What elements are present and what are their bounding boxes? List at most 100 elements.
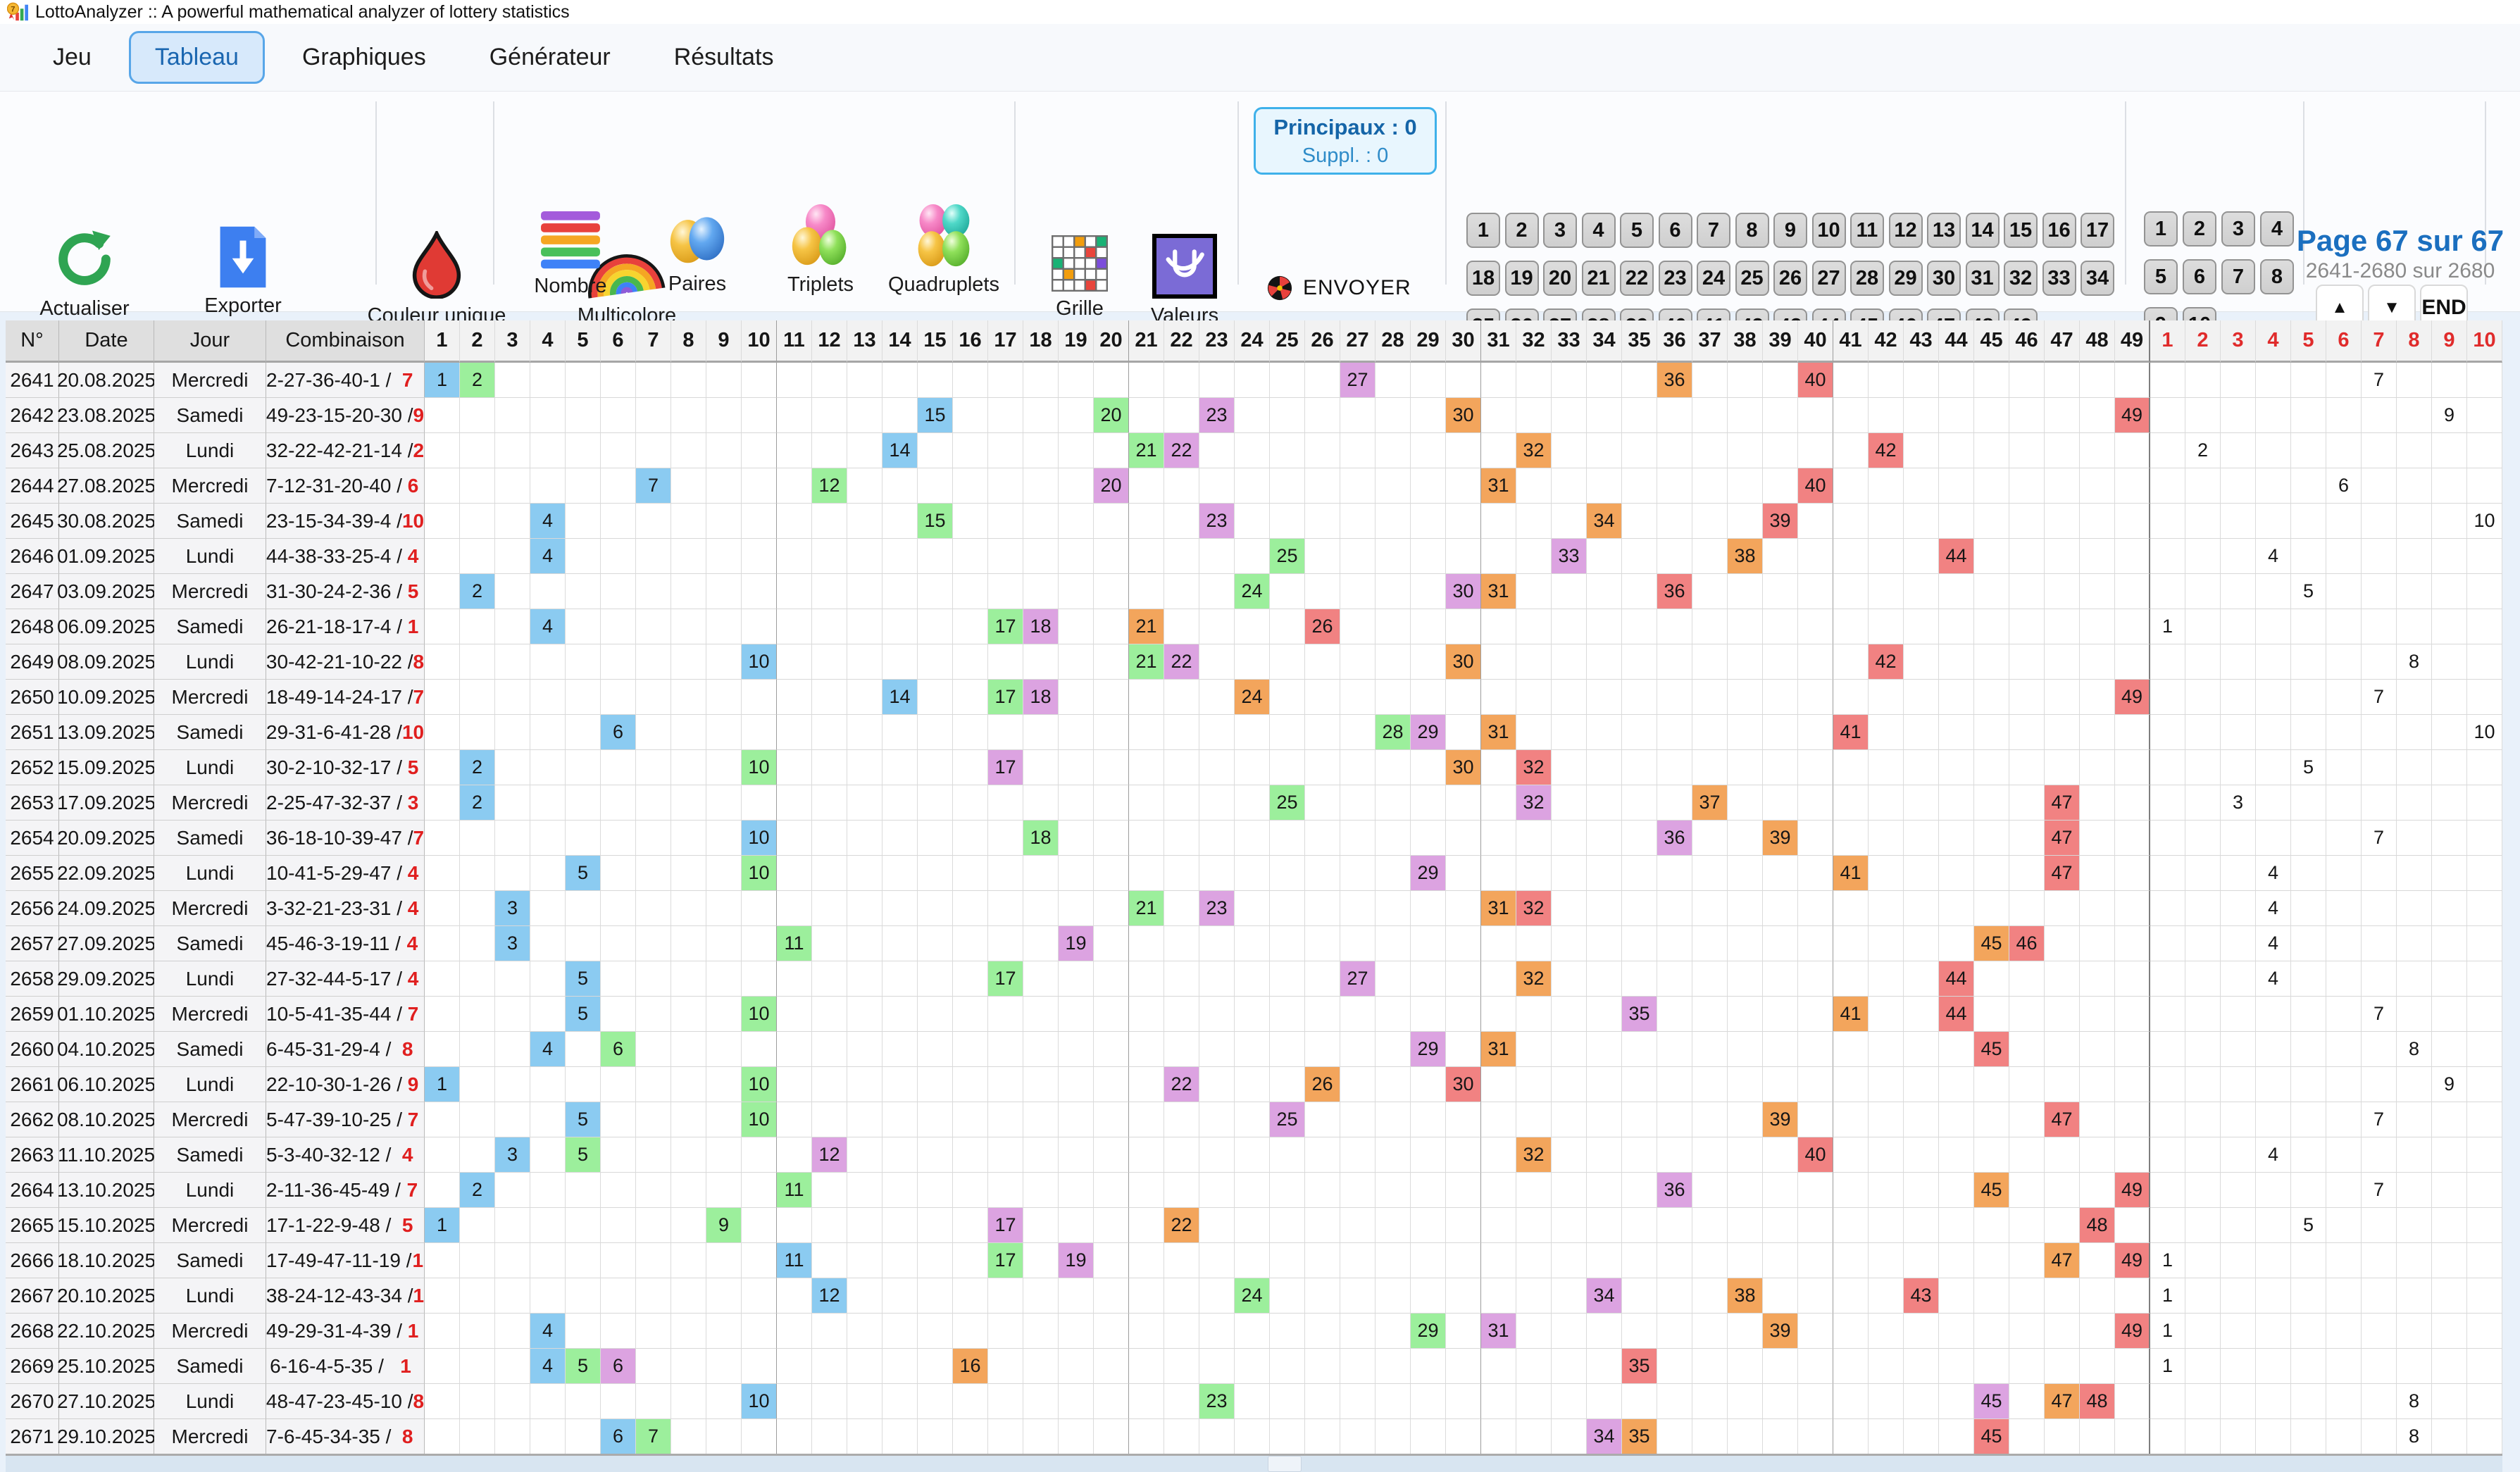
number-cell: [1692, 609, 1728, 644]
number-cell: [1164, 821, 1199, 856]
principaux-number-button[interactable]: 30: [1927, 261, 1961, 296]
principaux-number-button[interactable]: 31: [1966, 261, 2000, 296]
principaux-number-button[interactable]: 16: [2042, 213, 2076, 248]
sup-cell: [2432, 539, 2467, 574]
combination-main-numbers: 38-24-12-43-34 /: [266, 1285, 413, 1307]
supplementaire-number-button[interactable]: 7: [2221, 259, 2255, 294]
principaux-number-button[interactable]: 1: [1466, 213, 1500, 248]
nombre-color-button[interactable]: Nombre: [518, 211, 623, 298]
number-column-header: 2: [460, 320, 495, 363]
number-cell: [425, 680, 460, 715]
grid-view-button[interactable]: Grille: [1041, 235, 1118, 320]
number-cell: [1199, 715, 1235, 750]
highlighted-number-cell: 33: [1552, 539, 1587, 574]
draw-date-cell: 25.08.2025: [59, 433, 154, 468]
nombre-label: Nombre: [534, 275, 606, 298]
sup-cell: [2185, 1173, 2221, 1208]
principaux-number-button[interactable]: 15: [2004, 213, 2038, 248]
number-cell: [495, 1314, 530, 1349]
number-cell: [1904, 363, 1939, 398]
supplementaire-number-button[interactable]: 3: [2221, 211, 2255, 247]
highlighted-number-cell: 25: [1270, 539, 1305, 574]
supplementaire-number-button[interactable]: 1: [2144, 211, 2178, 247]
single-color-button[interactable]: Couleur unique: [366, 231, 507, 328]
principaux-number-button[interactable]: 29: [1889, 261, 1923, 296]
number-cell: [847, 363, 882, 398]
principaux-number-button[interactable]: 13: [1927, 213, 1961, 248]
number-cell: [1446, 1173, 1481, 1208]
values-view-button[interactable]: Valeurs: [1142, 234, 1227, 328]
combination-cell: 10-41-5-29-47 /4: [266, 856, 425, 891]
tab-jeu[interactable]: Jeu: [27, 31, 118, 84]
number-cell: [2115, 1208, 2150, 1243]
principaux-number-button[interactable]: 11: [1850, 213, 1884, 248]
tab-générateur[interactable]: Générateur: [463, 31, 637, 84]
principaux-number-button[interactable]: 10: [1812, 213, 1846, 248]
tab-graphiques[interactable]: Graphiques: [276, 31, 452, 84]
principaux-number-button[interactable]: 5: [1620, 213, 1654, 248]
principaux-number-button[interactable]: 25: [1735, 261, 1769, 296]
tab-résultats[interactable]: Résultats: [648, 31, 800, 84]
tab-tableau[interactable]: Tableau: [129, 31, 265, 84]
highlighted-number-cell: 45: [1974, 1032, 2009, 1067]
number-cell: [1939, 1314, 1974, 1349]
supplementaire-number-button[interactable]: 2: [2183, 211, 2216, 247]
horizontal-scrollbar-thumb[interactable]: [1268, 1456, 1302, 1472]
number-cell: [1728, 1384, 1763, 1419]
number-cell: [636, 1032, 671, 1067]
principaux-number-button[interactable]: 14: [1966, 213, 2000, 248]
principaux-number-button[interactable]: 17: [2081, 213, 2114, 248]
principaux-number-button[interactable]: 3: [1543, 213, 1577, 248]
suppl-count: Suppl. : 0: [1302, 144, 1389, 168]
principaux-number-button[interactable]: 6: [1659, 213, 1692, 248]
principaux-number-button[interactable]: 20: [1543, 261, 1577, 296]
principaux-number-button[interactable]: 26: [1773, 261, 1807, 296]
triplets-color-button[interactable]: Triplets: [768, 204, 873, 297]
number-cell: [1869, 891, 1904, 926]
principaux-number-button[interactable]: 28: [1850, 261, 1884, 296]
principaux-number-button[interactable]: 23: [1659, 261, 1692, 296]
sup-column-header: 4: [2256, 320, 2291, 363]
number-cell: [566, 609, 601, 644]
highlighted-number-cell: 23: [1199, 891, 1235, 926]
sup-cell: [2221, 1102, 2256, 1137]
refresh-button[interactable]: Actualiser: [21, 227, 148, 320]
principaux-number-button[interactable]: 7: [1697, 213, 1730, 248]
principaux-number-button[interactable]: 4: [1582, 213, 1616, 248]
number-cell: [601, 644, 636, 680]
supplementaire-number-button[interactable]: 5: [2144, 259, 2178, 294]
number-cell: [1622, 574, 1657, 609]
paires-color-button[interactable]: Paires: [644, 208, 750, 296]
draw-date-cell: 24.09.2025: [59, 891, 154, 926]
highlighted-number-cell: 2: [460, 1173, 495, 1208]
principaux-number-button[interactable]: 8: [1735, 213, 1769, 248]
supplementaire-number-button[interactable]: 4: [2260, 211, 2294, 247]
sup-cell: [2467, 997, 2502, 1032]
principaux-number-button[interactable]: 33: [2042, 261, 2076, 296]
number-cell: [706, 1243, 742, 1278]
number-cell: [847, 1314, 882, 1349]
horizontal-scrollbar[interactable]: [6, 1456, 2502, 1472]
send-button[interactable]: ENVOYER: [1266, 275, 1411, 301]
supplementaire-number-button[interactable]: 6: [2183, 259, 2216, 294]
principaux-number-button[interactable]: 19: [1505, 261, 1539, 296]
sup-cell: [2291, 504, 2326, 539]
number-cell: [1869, 1137, 1904, 1173]
principaux-number-button[interactable]: 24: [1697, 261, 1730, 296]
number-column-header: 32: [1516, 320, 1552, 363]
principaux-number-button[interactable]: 21: [1582, 261, 1616, 296]
principaux-number-button[interactable]: 12: [1889, 213, 1923, 248]
principaux-number-button[interactable]: 22: [1620, 261, 1654, 296]
principaux-number-button[interactable]: 32: [2004, 261, 2038, 296]
principaux-number-button[interactable]: 18: [1466, 261, 1500, 296]
quadruplets-color-button[interactable]: Quadruplets: [884, 204, 1004, 297]
principaux-number-button[interactable]: 34: [2081, 261, 2114, 296]
principaux-number-button[interactable]: 27: [1812, 261, 1846, 296]
supplementaire-number-button[interactable]: 8: [2260, 259, 2294, 294]
number-cell: [1587, 398, 1622, 433]
number-cell: [1587, 1314, 1622, 1349]
number-cell: [636, 856, 671, 891]
principaux-number-button[interactable]: 2: [1505, 213, 1539, 248]
principaux-number-button[interactable]: 9: [1773, 213, 1807, 248]
number-cell: [1376, 1208, 1411, 1243]
